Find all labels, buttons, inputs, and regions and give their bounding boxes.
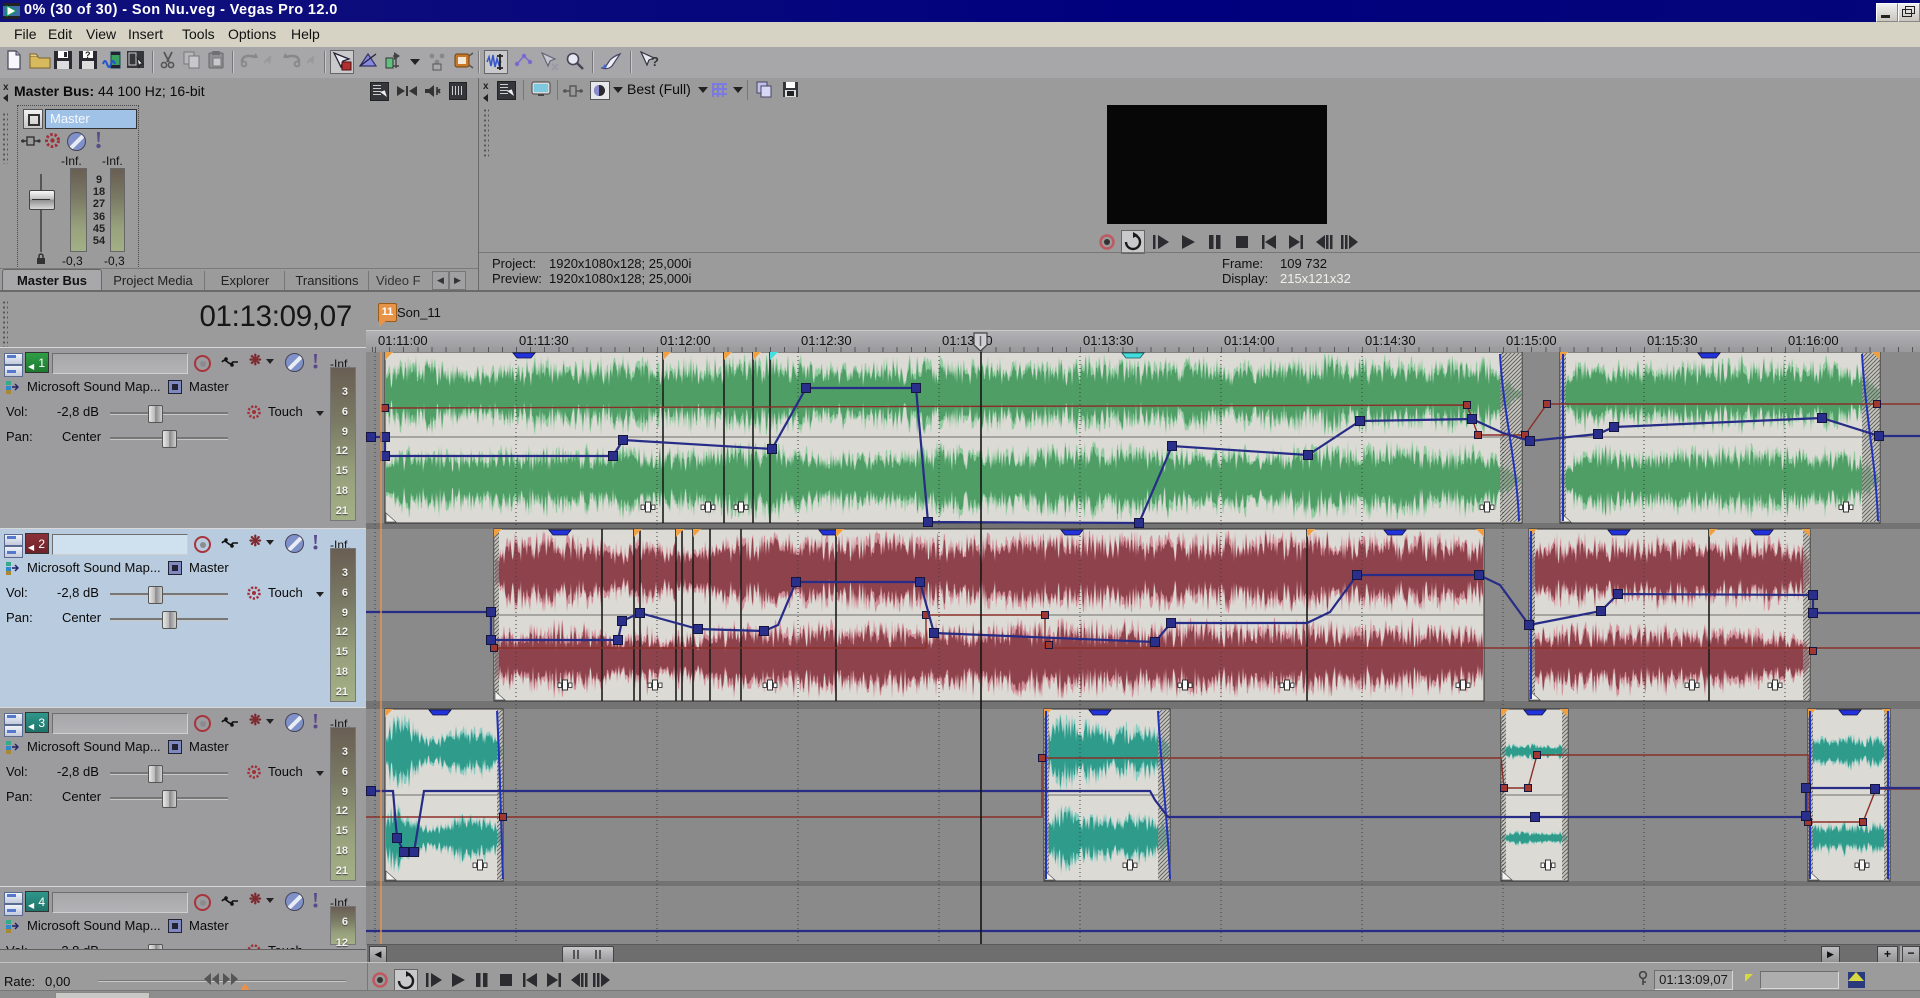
svg-text:?: ? [85,50,91,60]
svg-text:?: ? [651,54,659,69]
